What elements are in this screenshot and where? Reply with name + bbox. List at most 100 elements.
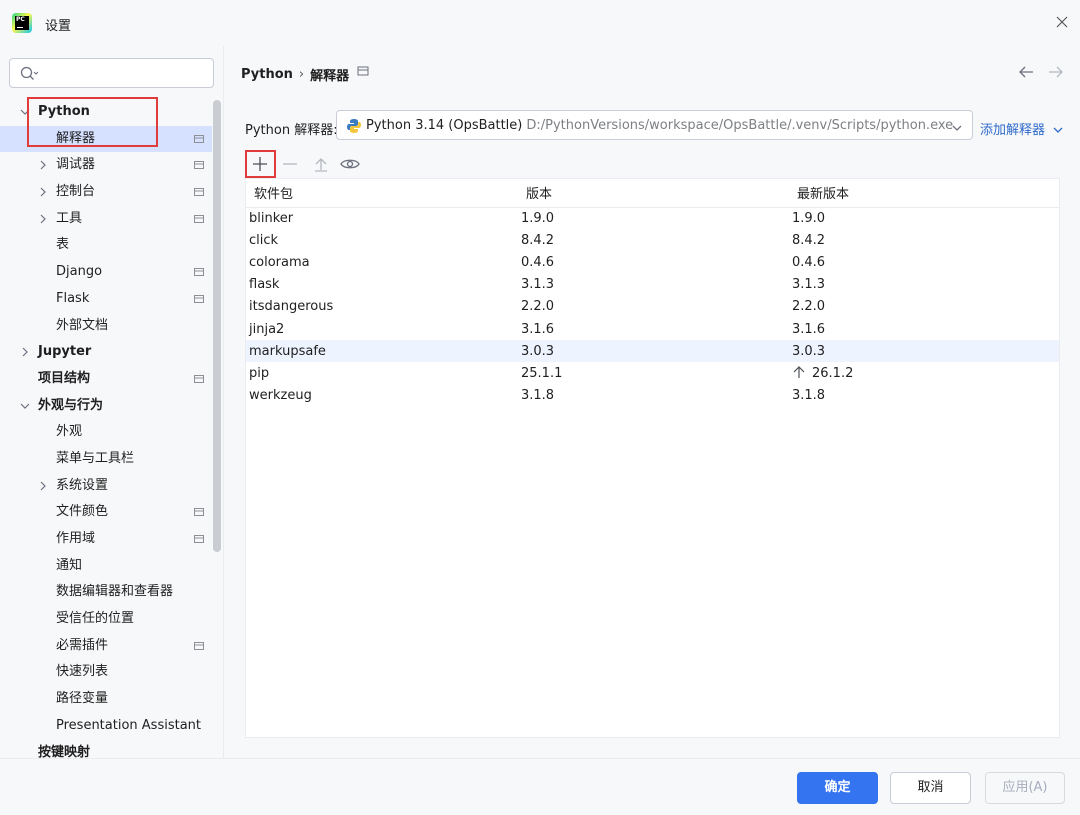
pycharm-logo-icon: PC bbox=[12, 13, 32, 33]
table-row[interactable]: markupsafe 3.0.3 3.0.3 bbox=[246, 340, 1059, 363]
sidebar-item[interactable]: 工具 bbox=[0, 206, 212, 233]
chevron-down-icon bbox=[952, 121, 962, 136]
sidebar-item-label: 受信任的位置 bbox=[56, 611, 135, 627]
sidebar-item[interactable]: 表 bbox=[0, 232, 212, 259]
search-input[interactable] bbox=[44, 63, 204, 83]
back-arrow-icon[interactable] bbox=[1018, 65, 1034, 83]
sidebar-item[interactable]: 系统设置 bbox=[0, 473, 212, 500]
column-header-package[interactable]: 软件包 bbox=[246, 179, 518, 208]
add-interpreter-link[interactable]: 添加解释器 bbox=[980, 119, 1063, 138]
apply-button[interactable]: 应用(A) bbox=[985, 772, 1065, 804]
sidebar-item[interactable]: 外观 bbox=[0, 419, 212, 446]
sidebar-item[interactable]: 快速列表 bbox=[0, 659, 212, 686]
sidebar-item-label: 必需插件 bbox=[56, 637, 109, 653]
chevron-right-icon[interactable] bbox=[38, 187, 48, 197]
sidebar-item-label: 快速列表 bbox=[56, 664, 109, 680]
column-header-version[interactable]: 版本 bbox=[518, 179, 789, 208]
interpreter-panel: Python › 解释器 Python 解释器: Python 3.14 (OpsB… bbox=[225, 46, 1080, 758]
sidebar-item[interactable]: Flask bbox=[0, 286, 212, 313]
title-bar: PC 设置 bbox=[0, 0, 1080, 46]
project-scope-icon bbox=[194, 134, 204, 143]
forward-arrow-icon[interactable] bbox=[1048, 65, 1064, 83]
sidebar-scrollbar[interactable] bbox=[213, 100, 221, 552]
settings-search[interactable] bbox=[9, 58, 214, 88]
project-scope-icon bbox=[194, 535, 204, 543]
sidebar-item-label: 外部文档 bbox=[56, 317, 109, 333]
package-name-cell: itsdangerous bbox=[249, 299, 334, 315]
sidebar-item[interactable]: 文件颜色 bbox=[0, 499, 212, 526]
breadcrumb-root[interactable]: Python bbox=[241, 67, 293, 82]
chevron-right-icon[interactable] bbox=[38, 481, 48, 491]
latest-version-text: 26.1.2 bbox=[812, 366, 854, 382]
sidebar-item[interactable]: 外观与行为 bbox=[0, 393, 212, 420]
sidebar-item[interactable]: 必需插件 bbox=[0, 633, 212, 660]
chevron-right-icon[interactable] bbox=[38, 160, 48, 170]
latest-version-cell: 3.0.3 bbox=[789, 340, 1059, 363]
sidebar-item-label: 通知 bbox=[56, 557, 83, 573]
sidebar-item-label: Django bbox=[56, 264, 103, 280]
package-name-cell: jinja2 bbox=[249, 321, 285, 337]
sidebar-item[interactable]: 项目结构 bbox=[0, 366, 212, 393]
sidebar-item[interactable]: 按键映射 bbox=[0, 740, 212, 759]
table-row[interactable]: jinja2 3.1.6 3.1.6 bbox=[246, 318, 1059, 340]
sidebar-item[interactable]: 控制台 bbox=[0, 179, 212, 206]
package-name-cell: blinker bbox=[249, 210, 294, 226]
package-name-cell: colorama bbox=[249, 254, 310, 270]
sidebar-item[interactable]: 作用域 bbox=[0, 526, 212, 553]
version-cell: 3.1.8 bbox=[521, 388, 555, 404]
sidebar-item[interactable]: 菜单与工具栏 bbox=[0, 446, 212, 473]
latest-version-cell: 1.9.0 bbox=[792, 210, 826, 226]
sidebar-item-label: 控制台 bbox=[56, 184, 96, 200]
table-row[interactable]: click 8.4.2 8.4.2 bbox=[246, 229, 1059, 251]
version-cell: 25.1.1 bbox=[521, 365, 563, 381]
sidebar-item[interactable]: 路径变量 bbox=[0, 686, 212, 713]
table-row[interactable]: colorama 0.4.6 0.4.6 bbox=[246, 251, 1059, 273]
table-row[interactable]: pip 25.1.1 26.1.2 bbox=[246, 362, 1059, 384]
breadcrumb-current: 解释器 bbox=[310, 69, 350, 84]
chevron-down-icon[interactable] bbox=[20, 401, 30, 411]
project-scope-icon bbox=[194, 374, 204, 383]
dialog-button-bar: 确定 取消 应用(A) bbox=[0, 758, 1080, 815]
package-name-cell: markupsafe bbox=[246, 340, 518, 363]
table-row[interactable]: blinker 1.9.0 1.9.0 bbox=[246, 207, 1059, 229]
sidebar-item-label: 文件颜色 bbox=[56, 504, 109, 520]
sidebar-item-label: 按键映射 bbox=[38, 744, 91, 759]
sidebar-item[interactable]: 调试器 bbox=[0, 152, 212, 179]
latest-version-cell: 0.4.6 bbox=[792, 254, 826, 270]
sidebar-item[interactable]: 受信任的位置 bbox=[0, 606, 212, 633]
sidebar-item[interactable]: 数据编辑器和查看器 bbox=[0, 579, 212, 606]
project-scope-icon bbox=[194, 268, 204, 277]
sidebar-item[interactable]: 外部文档 bbox=[0, 313, 212, 340]
latest-version-cell: 8.4.2 bbox=[792, 232, 826, 248]
version-cell: 3.1.6 bbox=[521, 321, 555, 337]
table-row[interactable]: itsdangerous 2.2.0 2.2.0 bbox=[246, 296, 1059, 318]
sidebar-item[interactable]: Django bbox=[0, 259, 212, 286]
cancel-button[interactable]: 取消 bbox=[890, 772, 971, 804]
chevron-right-icon[interactable] bbox=[38, 214, 48, 224]
search-icon bbox=[20, 66, 39, 86]
version-cell: 2.2.0 bbox=[521, 299, 555, 315]
project-scope-icon bbox=[357, 65, 369, 81]
table-row[interactable]: werkzeug 3.1.8 3.1.8 bbox=[246, 385, 1059, 407]
remove-package-button[interactable] bbox=[279, 153, 301, 175]
project-scope-icon bbox=[194, 508, 204, 517]
column-header-latest[interactable]: 最新版本 bbox=[789, 179, 1059, 208]
python-icon bbox=[346, 118, 362, 138]
settings-tree: Python 解释器 调试器 控制台 工具表 Django Flask 外部文档 Jupyter… bbox=[0, 99, 212, 758]
eye-icon bbox=[340, 159, 360, 169]
table-row[interactable]: flask 3.1.3 3.1.3 bbox=[246, 274, 1059, 296]
ok-button[interactable]: 确定 bbox=[797, 772, 878, 804]
interpreter-select[interactable]: Python 3.14 (OpsBattle) D:/PythonVersions… bbox=[336, 110, 973, 140]
add-button-highlight bbox=[245, 150, 276, 178]
show-early-releases-button[interactable] bbox=[339, 153, 361, 175]
sidebar-item[interactable]: Presentation Assistant bbox=[0, 713, 212, 740]
packages-table: 软件包 版本 最新版本 blinker 1.9.0 1.9.0 click 8.4.2 8… bbox=[245, 178, 1060, 738]
interpreter-name: Python 3.14 (OpsBattle) bbox=[366, 118, 523, 133]
sidebar-item[interactable]: Jupyter bbox=[0, 339, 212, 366]
latest-version-cell: 2.2.0 bbox=[792, 299, 826, 315]
close-icon[interactable] bbox=[1052, 12, 1072, 32]
chevron-right-icon[interactable] bbox=[20, 347, 30, 357]
upgrade-package-button[interactable] bbox=[310, 153, 332, 175]
sidebar-item[interactable]: 通知 bbox=[0, 553, 212, 580]
sidebar-item-label: Flask bbox=[56, 290, 90, 306]
